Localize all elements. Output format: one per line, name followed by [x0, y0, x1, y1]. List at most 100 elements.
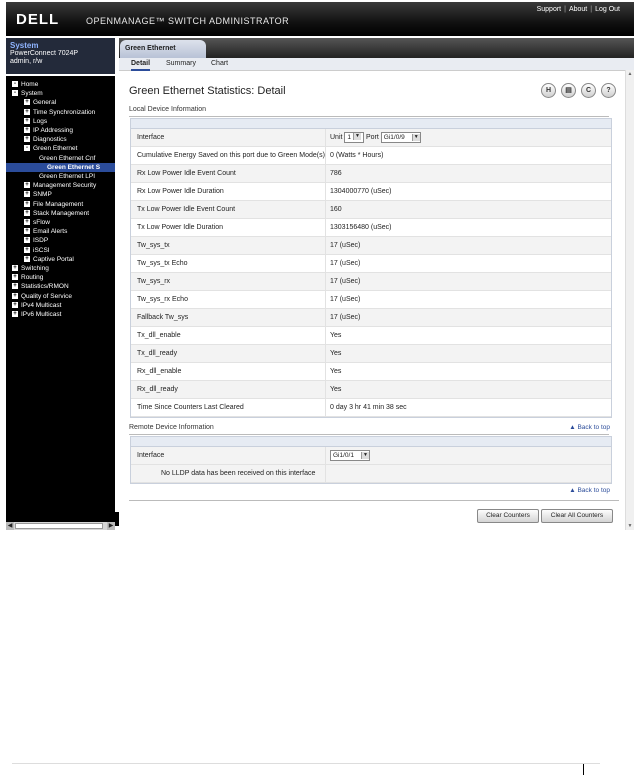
nav-item-label: iSCSI [33, 246, 50, 254]
expand-icon[interactable]: + [24, 136, 30, 143]
expand-icon[interactable]: + [24, 228, 30, 235]
nav-item[interactable]: + Diagnostics [24, 135, 67, 144]
remote-interface-select[interactable]: Gi1/0/1 ▼ [330, 449, 370, 461]
expand-icon[interactable]: + [12, 274, 18, 281]
nav-item[interactable]: + SNMP [24, 190, 52, 199]
clear-counters-button[interactable]: Clear Counters [477, 509, 539, 523]
expand-icon[interactable]: + [12, 265, 18, 271]
support-link[interactable]: Support [537, 6, 562, 13]
nav-item-label: Green Ethernet S [47, 163, 101, 171]
scroll-thumb[interactable] [15, 523, 103, 529]
remote-info-table: Interface Gi1/0/1 ▼ No LLDP data has been… [130, 436, 612, 484]
content-frame: Green Ethernet Statistics Detail Summary… [119, 38, 634, 530]
clear-all-counters-button[interactable]: Clear All Counters [541, 509, 613, 523]
collapse-icon[interactable]: - [24, 145, 30, 152]
row-value: 160 [325, 201, 611, 218]
nav-item-label: Green Ethernet LPI [39, 173, 96, 180]
nav-item[interactable]: + iSCSI [24, 246, 50, 255]
nav-item[interactable]: + Stack Management [24, 209, 89, 218]
nav-item[interactable]: + General [24, 98, 56, 107]
row-label: Tw_sys_tx Echo [137, 260, 188, 267]
top-links: Support | About | Log Out [536, 6, 620, 13]
save-icon[interactable]: H [541, 83, 556, 98]
nav-item-label: IP Addressing [33, 127, 73, 134]
scroll-down-icon[interactable]: ▼ [626, 522, 634, 530]
nav-item[interactable]: + Time Synchronization [24, 108, 95, 117]
row-label: Rx Low Power Idle Duration [137, 188, 224, 195]
nav-item[interactable]: + Management Security [24, 181, 96, 190]
expand-icon[interactable]: + [24, 108, 30, 115]
row-value: 0 day 3 hr 41 min 38 sec [325, 399, 611, 416]
unit-select[interactable]: 1 ▼ [344, 131, 365, 143]
expand-icon[interactable]: + [24, 191, 30, 198]
scroll-up-icon[interactable]: ▲ [626, 70, 634, 78]
nav-item[interactable]: + ISDP [24, 236, 48, 245]
content-vertical-scrollbar[interactable]: ▲ ▼ [625, 70, 634, 530]
subtab-detail[interactable]: Detail [131, 59, 151, 71]
nav-item[interactable]: + Statistics/RMON [12, 282, 69, 291]
nav-item[interactable]: + Quality of Service [12, 292, 72, 301]
logout-link[interactable]: Log Out [595, 6, 620, 13]
nav-item[interactable]: + Email Alerts [24, 227, 67, 236]
expand-icon[interactable]: + [12, 301, 18, 308]
local-info-table: Interface Unit 1 ▼ Port Gi1/0/9 ▼ Cumulati… [130, 118, 612, 418]
table-row: Tx_dll_ready Yes [131, 345, 611, 363]
tab-green-ethernet-statistics[interactable]: Green Ethernet Statistics [120, 40, 206, 70]
refresh-icon[interactable]: C [581, 83, 596, 98]
nav-item[interactable]: + sFlow [24, 218, 50, 227]
nav-item[interactable]: + IPv4 Multicast [12, 301, 61, 310]
expand-icon[interactable]: + [24, 117, 30, 124]
table-header-bar [131, 437, 611, 447]
expand-icon[interactable]: + [12, 311, 18, 317]
collapse-icon[interactable]: - [12, 81, 18, 87]
app-window: DELL OPENMANAGE™ SWITCH ADMINISTRATOR Su… [6, 2, 634, 530]
nav-item[interactable]: Green Ethernet LPI [36, 172, 96, 181]
nav-item[interactable]: + File Management [24, 200, 83, 209]
nav-item-label: IPv6 Multicast [21, 311, 62, 318]
nav-item[interactable]: + Switching [12, 264, 49, 273]
about-link[interactable]: About [569, 6, 587, 13]
nav-item[interactable]: + IPv6 Multicast [12, 310, 61, 319]
subtab-summary[interactable]: Summary [166, 59, 196, 69]
back-to-top-link-bottom[interactable]: ▲ Back to top [569, 487, 610, 494]
remote-section-header: Remote Device Information [129, 424, 609, 435]
nav-item[interactable]: + Captive Portal [24, 255, 74, 264]
expand-icon[interactable]: + [24, 200, 30, 207]
interface-row: Interface Unit 1 ▼ Port Gi1/0/9 ▼ [131, 129, 611, 147]
expand-icon[interactable]: + [24, 99, 30, 106]
nav-item-label: Statistics/RMON [21, 283, 69, 291]
expand-icon[interactable]: + [24, 255, 30, 262]
nav-horizontal-scrollbar[interactable]: ◀ ▶ [6, 522, 115, 530]
nav-item[interactable]: - Home [12, 80, 38, 89]
expand-icon[interactable]: + [24, 182, 30, 189]
nav-item[interactable]: - System [12, 89, 43, 98]
print-icon[interactable]: ▤ [561, 83, 576, 98]
table-row: Rx_dll_enable Yes [131, 363, 611, 381]
nav-item[interactable]: + IP Addressing [24, 126, 73, 135]
expand-icon[interactable]: + [24, 237, 30, 244]
nav-item[interactable]: Green Ethernet S [6, 162, 115, 172]
nav-item-label: General [33, 99, 57, 107]
expand-icon[interactable]: + [12, 292, 18, 299]
help-icon[interactable]: ? [601, 83, 616, 98]
page-title: Green Ethernet Statistics: Detail [129, 85, 286, 97]
collapse-icon[interactable]: - [12, 90, 18, 97]
expand-icon[interactable]: + [24, 219, 30, 225]
nav-item[interactable]: + Logs [24, 117, 47, 126]
nav-item[interactable]: Green Ethernet Cnf [36, 154, 95, 163]
row-value: 17 (uSec) [325, 255, 611, 272]
nav-item[interactable]: + Routing [12, 273, 43, 282]
expand-icon[interactable]: + [24, 209, 30, 216]
back-to-top-link[interactable]: ▲ Back to top [569, 424, 610, 431]
nav-item[interactable]: - Green Ethernet [24, 144, 77, 153]
expand-icon[interactable]: + [24, 246, 30, 253]
port-select[interactable]: Gi1/0/9 ▼ [380, 131, 421, 143]
scroll-left-icon[interactable]: ◀ [6, 522, 14, 530]
scroll-right-icon[interactable]: ▶ [107, 522, 115, 530]
expand-icon[interactable]: + [24, 127, 30, 133]
expand-icon[interactable]: + [12, 283, 18, 290]
row-label: Fallback Tw_sys [137, 314, 189, 321]
subtab-chart[interactable]: Chart [211, 59, 228, 69]
row-value: 17 (uSec) [325, 309, 611, 326]
row-value: 1303156480 (uSec) [325, 219, 611, 236]
